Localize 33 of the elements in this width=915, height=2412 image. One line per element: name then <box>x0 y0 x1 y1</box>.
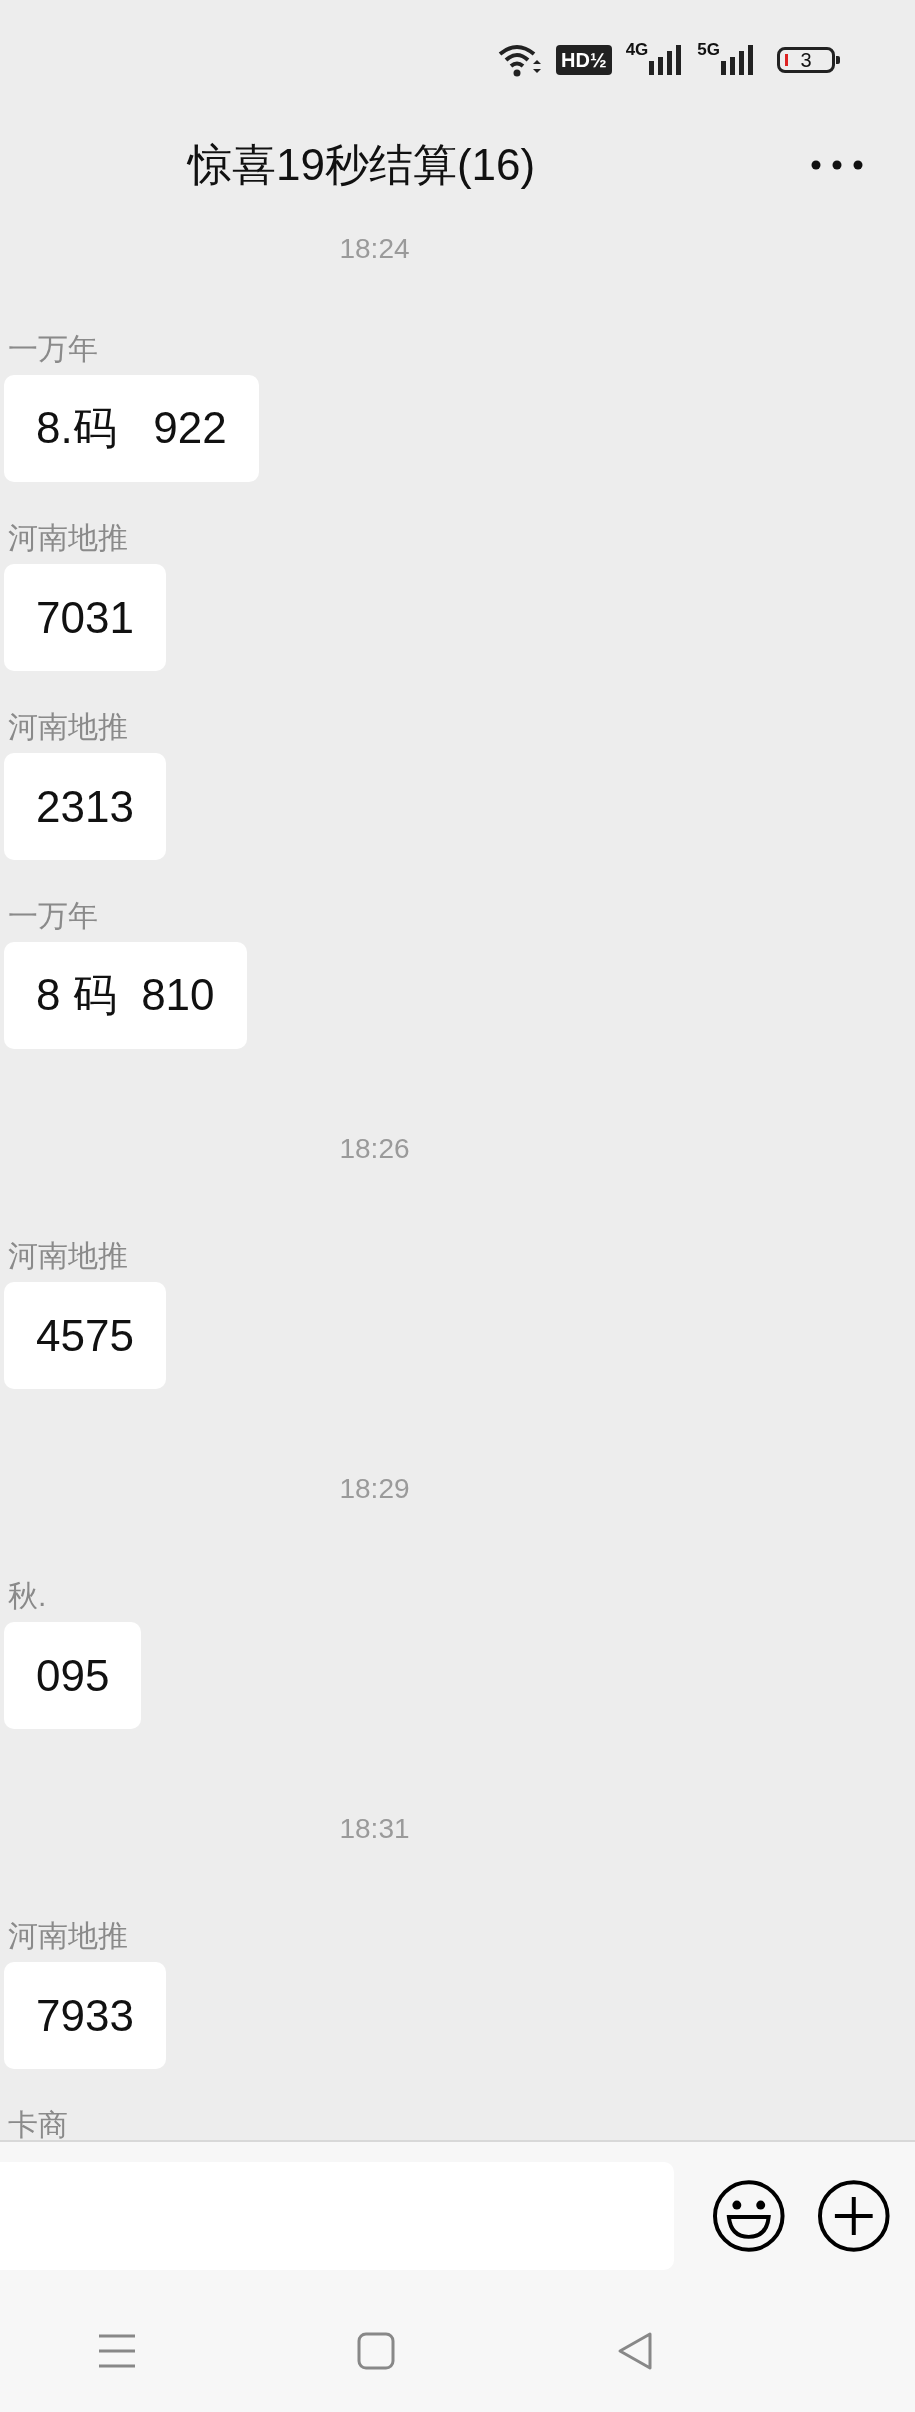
signal-icon <box>649 45 684 75</box>
sender-name: 河南地推 <box>8 1918 128 1954</box>
timestamp: 18:31 <box>339 1814 410 1844</box>
sender-name: 河南地推 <box>8 1238 128 1274</box>
battery-level-text: 3 <box>800 50 812 70</box>
more-icon[interactable] <box>811 160 863 170</box>
message-bubble[interactable]: 7933 <box>4 1962 166 2069</box>
sender-name: 一万年 <box>8 898 98 934</box>
message-bubble[interactable]: 4575 <box>4 1282 166 1389</box>
network-label: 4G <box>625 41 649 59</box>
message-bubble[interactable]: 8.码 922 <box>4 375 259 482</box>
chat-title: 惊喜19秒结算(16) <box>188 138 537 191</box>
network-label: 5G <box>697 41 720 59</box>
home-icon[interactable] <box>357 2332 395 2370</box>
sender-name: 河南地推 <box>8 709 128 745</box>
hd-badge: HD½ <box>556 45 612 75</box>
message-bubble[interactable]: 095 <box>4 1622 142 1729</box>
wifi-icon <box>498 42 543 78</box>
message-bubble[interactable]: 8 码 810 <box>4 942 247 1049</box>
menu-icon[interactable] <box>98 2333 136 2369</box>
message-bubble[interactable]: 2313 <box>4 753 166 860</box>
sender-name: 卡商 <box>8 2107 68 2140</box>
sender-name: 河南地推 <box>8 520 128 556</box>
timestamp: 18:29 <box>339 1474 410 1504</box>
timestamp: 18:26 <box>339 1134 410 1164</box>
plus-icon[interactable] <box>817 2179 891 2253</box>
sender-name: 秋. <box>8 1578 47 1614</box>
message-bubble[interactable]: 7031 <box>4 564 166 671</box>
sender-name: 一万年 <box>8 331 98 367</box>
emoji-icon[interactable] <box>711 2179 786 2253</box>
back-icon[interactable] <box>616 2331 654 2371</box>
timestamp: 18:24 <box>339 234 410 264</box>
signal-icon <box>721 45 755 75</box>
